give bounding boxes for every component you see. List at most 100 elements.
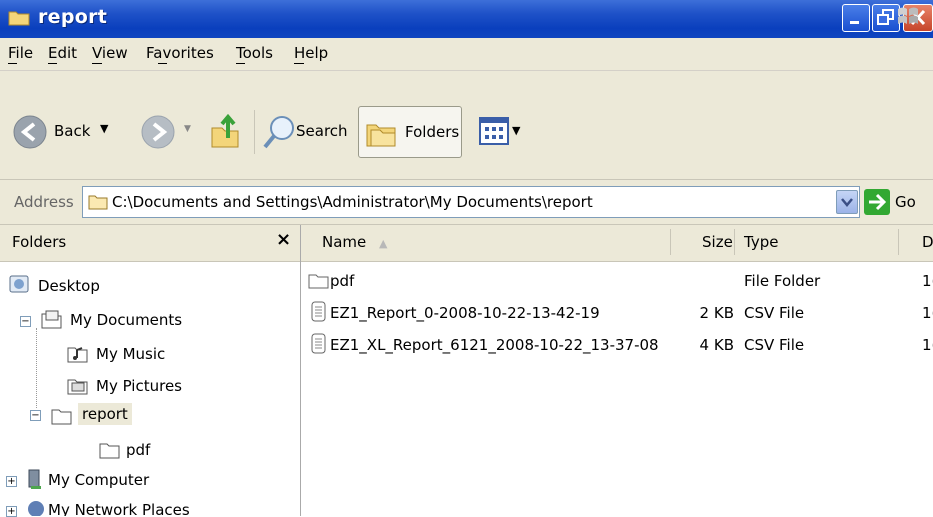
list-header <box>301 225 933 262</box>
address-label: Address <box>14 193 74 211</box>
tree-item-my-documents[interactable]: My Documents <box>40 308 280 332</box>
forward-dropdown-icon[interactable]: ▼ <box>184 124 191 134</box>
file-type: CSV File <box>744 336 805 354</box>
collapse-my-documents[interactable]: − <box>20 316 31 327</box>
folder-icon <box>51 409 72 425</box>
file-type: CSV File <box>744 304 805 322</box>
back-dropdown-icon[interactable]: ▼ <box>100 122 108 135</box>
forward-button[interactable]: ▼ <box>140 112 200 152</box>
folders-pane-title: Folders <box>12 233 67 251</box>
windows-logo-icon <box>898 7 918 24</box>
file-name: EZ1_Report_0-2008-10-22-13-42-19 <box>330 304 600 322</box>
views-icon <box>479 117 509 145</box>
tree-label: My Pictures <box>96 377 182 395</box>
menu-view-label: View <box>92 44 128 62</box>
column-header-size[interactable]: Size <box>702 233 733 251</box>
tree-item-my-pictures[interactable]: My Pictures <box>66 374 276 398</box>
chevron-down-icon <box>841 198 853 207</box>
tree-label: My Computer <box>48 471 150 489</box>
column-header-type[interactable]: Type <box>744 233 778 251</box>
column-separator[interactable] <box>734 229 735 255</box>
tree-item-my-music[interactable]: My Music <box>66 342 276 366</box>
tree-label: pdf <box>126 441 151 459</box>
folders-pane-close-icon[interactable]: × <box>276 229 291 250</box>
tree-label: My Documents <box>70 311 183 329</box>
column-name-label: Name <box>322 233 367 251</box>
go-label[interactable]: Go <box>895 193 916 211</box>
music-folder-icon <box>67 347 88 363</box>
csv-file-icon <box>311 333 326 354</box>
desktop-icon <box>9 275 29 293</box>
menu-favorites[interactable]: Favorites <box>146 44 214 62</box>
menu-help-label: Help <box>294 44 329 62</box>
folders-label: Folders <box>405 123 460 141</box>
menu-edit-mnemonic <box>48 63 57 64</box>
menu-tools-mnemonic <box>236 63 245 64</box>
menu-help[interactable]: Help <box>294 44 328 62</box>
minimize-icon <box>850 21 859 24</box>
column-separator[interactable] <box>898 229 899 255</box>
list-row[interactable]: pdf File Folder 1( <box>306 268 933 294</box>
tree-item-my-computer[interactable]: My Computer <box>24 468 224 492</box>
tree-item-report[interactable]: report <box>50 402 158 428</box>
column-header-date[interactable]: D <box>922 233 933 251</box>
search-label: Search <box>296 122 348 140</box>
views-dropdown-icon[interactable]: ▼ <box>512 124 520 137</box>
menu-tools[interactable]: Tools <box>236 44 273 62</box>
menu-favorites-label: Favorites <box>146 44 214 62</box>
tree-label: My Network Places <box>48 501 190 516</box>
tree-item-pdf[interactable]: pdf <box>98 438 218 462</box>
file-size: 2 KB <box>699 304 734 322</box>
file-date: 1( <box>922 304 933 322</box>
column-separator[interactable] <box>670 229 671 255</box>
menu-tools-label: Tools <box>236 44 273 62</box>
title-bar[interactable] <box>0 0 933 38</box>
file-date: 1( <box>922 272 933 290</box>
menu-file[interactable]: File <box>8 44 33 62</box>
menu-edit-label: Edit <box>48 44 78 62</box>
pictures-folder-icon <box>67 379 88 395</box>
menu-help-mnemonic <box>294 63 304 64</box>
file-name: pdf <box>330 272 355 290</box>
menu-edit[interactable]: Edit <box>48 44 77 62</box>
search-button[interactable]: Search <box>262 112 352 152</box>
folder-icon <box>88 195 108 210</box>
file-date: 1( <box>922 336 933 354</box>
folders-button[interactable]: Folders <box>358 106 462 158</box>
file-name: EZ1_XL_Report_6121_2008-10-22_13-37-08 <box>330 336 659 354</box>
folder-icon <box>308 274 329 289</box>
column-header-name[interactable]: Name ▲ <box>322 233 388 251</box>
csv-file-icon <box>311 301 326 322</box>
search-icon <box>263 116 294 149</box>
tree-line <box>36 328 37 408</box>
sort-ascending-icon: ▲ <box>379 237 388 250</box>
go-arrow-icon <box>869 193 887 211</box>
menu-view[interactable]: View <box>92 44 128 62</box>
views-button[interactable]: ▼ <box>478 114 538 150</box>
tree-item-desktop[interactable]: Desktop <box>8 274 268 298</box>
minimize-button[interactable] <box>842 4 870 32</box>
network-icon <box>28 501 44 516</box>
window-title: report <box>38 6 108 28</box>
file-size: 4 KB <box>699 336 734 354</box>
menu-bar <box>0 38 933 71</box>
documents-icon <box>41 310 62 329</box>
tree-label: Desktop <box>38 277 100 295</box>
collapse-report[interactable]: − <box>30 410 41 421</box>
list-row[interactable]: EZ1_Report_0-2008-10-22-13-42-19 2 KB CS… <box>306 300 933 326</box>
folders-icon <box>366 124 396 147</box>
go-button[interactable] <box>864 189 890 215</box>
expand-my-network-places[interactable]: + <box>6 506 17 517</box>
list-row[interactable]: EZ1_XL_Report_6121_2008-10-22_13-37-08 4… <box>306 332 933 358</box>
address-dropdown-button[interactable] <box>836 190 858 214</box>
folder-icon <box>8 11 30 26</box>
back-button[interactable]: Back ▼ <box>6 112 156 152</box>
computer-icon <box>28 469 41 489</box>
up-folder-icon[interactable] <box>208 112 242 150</box>
expand-my-computer[interactable]: + <box>6 476 17 487</box>
tree-item-my-network-places[interactable]: My Network Places <box>24 498 244 516</box>
folder-icon <box>99 443 120 459</box>
menu-favorites-mnemonic <box>158 63 167 64</box>
menu-view-mnemonic <box>92 63 102 64</box>
tree-label: report <box>78 403 132 425</box>
